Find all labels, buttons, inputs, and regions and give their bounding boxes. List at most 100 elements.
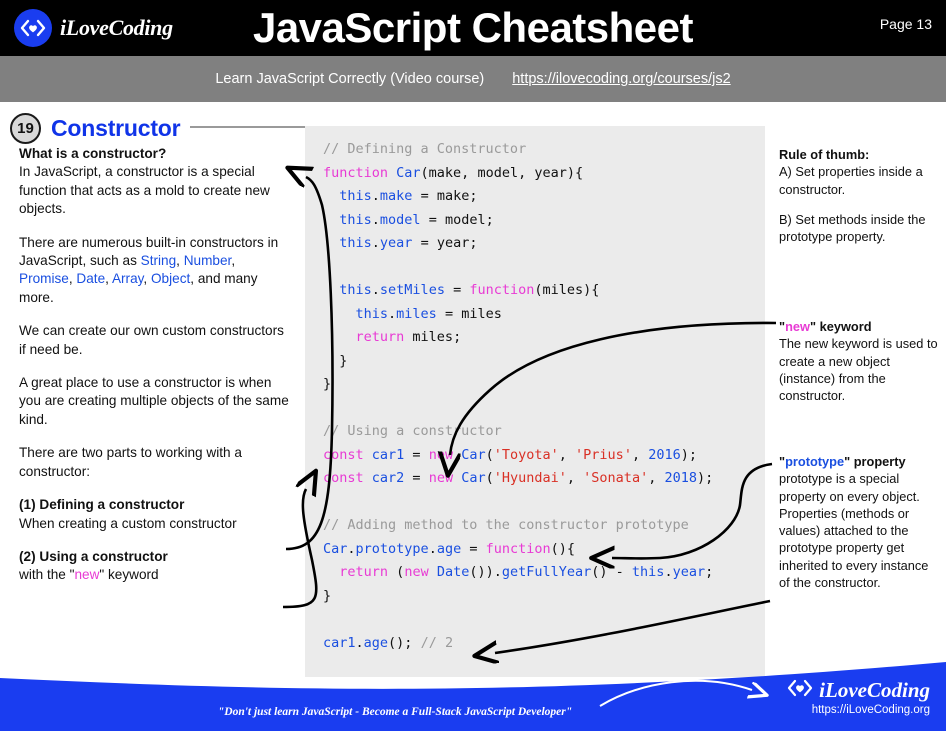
code-token: new — [428, 470, 454, 486]
left-para-4: A great place to use a constructor is wh… — [19, 375, 289, 427]
right-note-rule-of-thumb: Rule of thumb: A) Set properties inside … — [779, 146, 941, 258]
code-token: Car — [461, 446, 486, 463]
rule-b: B) Set methods inside the prototype prop… — [779, 211, 926, 245]
page-title: JavaScript Cheatsheet — [252, 4, 694, 51]
proto-title-close: " property — [844, 454, 906, 469]
left-explanation-column: What is a constructor? In JavaScript, a … — [19, 145, 291, 600]
code-line: } — [323, 585, 763, 609]
code-token: ( — [485, 446, 494, 463]
code-token: = make; — [412, 188, 478, 204]
page-header: iLoveCoding JavaScript Cheatsheet Page 1… — [0, 0, 946, 56]
code-token: . — [347, 540, 356, 557]
code-line: // Using a constructor — [323, 420, 763, 444]
left-para-2: There are numerous built-in constructors… — [19, 234, 279, 305]
code-line: // Defining a Constructor — [323, 138, 763, 162]
left-para-3: We can create our own custom constructor… — [19, 323, 284, 357]
code-token: . — [355, 634, 364, 651]
section-rule — [190, 126, 305, 128]
code-token: = — [461, 540, 486, 557]
code-token: = — [404, 470, 429, 486]
code-token: () - — [591, 564, 632, 580]
code-token: = model; — [420, 211, 494, 228]
new-keyword-body: The new keyword is used to create a new … — [779, 336, 938, 404]
builtin-array: Array — [111, 271, 144, 287]
code-line: Car.prototype.age = function(){ — [323, 538, 763, 562]
code-token: 'Sonata' — [583, 470, 649, 486]
code-token: . — [371, 188, 380, 204]
code-token: function — [469, 282, 535, 298]
code-token: = miles — [436, 305, 502, 322]
code-line: return (new Date()).getFullYear() - this… — [323, 561, 763, 585]
code-token: this — [339, 211, 372, 228]
code-block[interactable]: // Defining a Constructor function Car(ma… — [323, 138, 763, 655]
section-header: 19 Constructor — [10, 113, 181, 144]
code-line: return miles; — [323, 326, 763, 350]
part-1-title: (1) Defining a constructor — [19, 497, 185, 513]
code-token: ( — [485, 470, 494, 486]
code-token: Car — [396, 164, 421, 181]
code-line: const car2 = new Car('Hyundai', 'Sonata'… — [323, 467, 763, 491]
code-token: ( — [388, 564, 405, 580]
new-title-close: " keyword — [809, 319, 872, 334]
code-token: . — [428, 540, 437, 557]
code-token: 2016 — [648, 446, 681, 463]
proto-title-keyword: prototype — [785, 454, 845, 469]
part-2-body-prefix: with the " — [19, 567, 75, 583]
header-divider — [0, 102, 946, 108]
code-token: function — [323, 164, 397, 181]
code-line: const car1 = new Car('Toyota', 'Prius', … — [323, 444, 763, 468]
code-token: = year; — [412, 235, 478, 251]
code-token: . — [371, 282, 380, 298]
code-token: (miles){ — [534, 282, 600, 298]
code-token: . — [664, 564, 673, 580]
code-line: function Car(make, model, year){ — [323, 162, 763, 186]
code-token: , — [631, 446, 649, 463]
code-line: this.year = year; — [323, 232, 763, 256]
new-title-keyword: new — [785, 319, 810, 334]
code-line: this.make = make; — [323, 185, 763, 209]
code-token: model — [379, 211, 421, 228]
code-token: new — [428, 446, 454, 463]
code-line: } — [323, 373, 763, 397]
code-token: (make, model, year){ — [420, 164, 584, 181]
code-token: , — [558, 446, 576, 463]
code-token: miles; — [404, 329, 462, 345]
code-token: age — [436, 540, 462, 557]
code-token: setMiles — [379, 282, 445, 298]
footer-brand-name: iLoveCoding — [819, 678, 930, 702]
code-token: (); — [388, 634, 421, 651]
code-line: // Adding method to the constructor prot… — [323, 514, 763, 538]
code-token: getFullYear — [501, 564, 592, 580]
code-token: } — [323, 376, 332, 392]
code-token: Car — [461, 470, 486, 486]
left-para-1: In JavaScript, a constructor is a specia… — [19, 164, 270, 217]
code-token: ); — [680, 446, 697, 463]
code-line: this.model = model; — [323, 209, 763, 233]
course-link[interactable]: https://ilovecoding.org/courses/js2 — [512, 71, 730, 87]
footer-url: https://iLoveCoding.org — [811, 704, 930, 716]
page-number: Page 13 — [879, 16, 932, 32]
left-part-2: (2) Using a constructor with the "new" k… — [19, 548, 291, 585]
code-token: 'Prius' — [575, 446, 632, 463]
builtin-string: String — [140, 253, 177, 269]
code-token: this — [339, 235, 372, 251]
code-token: make — [379, 188, 413, 204]
code-token: return — [339, 564, 389, 580]
part-2-title: (2) Using a constructor — [19, 548, 168, 564]
part-1-body: When creating a custom constructor — [19, 515, 237, 531]
footer-tagline: "Don't just learn JavaScript - Become a … — [217, 706, 573, 718]
left-heading: What is a constructor? — [19, 146, 167, 161]
code-token: 'Hyundai' — [493, 470, 567, 486]
prototype-title: "prototype" property — [779, 453, 941, 470]
